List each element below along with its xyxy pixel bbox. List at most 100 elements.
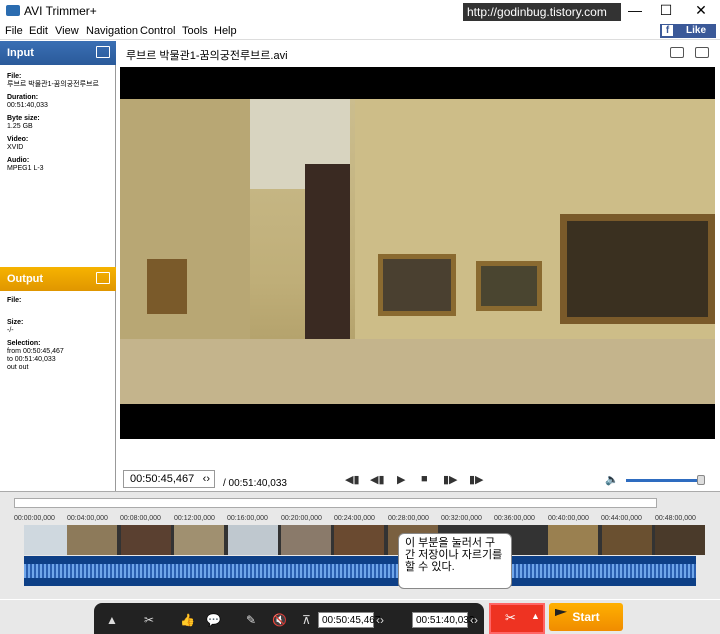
volume-knob[interactable] (697, 475, 705, 485)
flag-icon (555, 609, 567, 616)
edit-icon[interactable]: ✎ (246, 613, 256, 627)
title-bar: AVI Trimmer+ http://godinbug.tistory.com… (0, 0, 720, 22)
bytesize-value: 1.25 GB (7, 123, 33, 130)
menu-help[interactable]: Help (214, 25, 237, 37)
step-forward-icon[interactable]: ▮▶ (443, 473, 458, 486)
selection-label: Selection: (7, 340, 41, 347)
timeline-tick: 00:24:00,000 (334, 515, 375, 522)
timeline-tick: 00:44:00,000 (601, 515, 642, 522)
menu-view[interactable]: View (55, 25, 79, 37)
thumb-icon[interactable]: 👍 (180, 613, 195, 627)
selection-out: out out (7, 364, 29, 371)
video-value: XVID (7, 144, 24, 151)
comment-icon[interactable]: 💬 (206, 613, 221, 627)
next-segment-icon[interactable]: ▮▶ (469, 473, 484, 486)
thumbnail (602, 525, 652, 555)
play-icon[interactable]: ▶ (397, 473, 405, 486)
volume-icon[interactable]: 🔈 (605, 473, 619, 486)
start-time-field[interactable]: 00:50:45,467 (318, 612, 380, 628)
current-time-value: 00:50:45,467 (130, 473, 195, 485)
start-button-label: Start (572, 610, 600, 624)
open-folder-icon[interactable] (96, 46, 110, 58)
stop-icon[interactable]: ■ (421, 473, 428, 485)
facebook-like-button[interactable]: f Like (660, 24, 716, 38)
timeline-panel: 00:00:00,000 00:04:00,000 00:08:00,000 0… (0, 491, 720, 599)
menu-file[interactable]: File (5, 25, 23, 37)
output-info: File: Size: -/- Selection: from 00:50:45… (7, 297, 64, 372)
input-info: File: 루브르 박물관1-꿈의궁전루브르 Duration: 00:51:4… (7, 73, 99, 173)
snapshot-folder-icon[interactable] (695, 47, 709, 58)
timeline-tick: 00:16:00,000 (227, 515, 268, 522)
watermark-url: http://godinbug.tistory.com (463, 3, 621, 21)
current-time-field[interactable]: 00:50:45,467 ‹› (123, 470, 215, 488)
close-button[interactable]: ✕ (686, 2, 716, 19)
step-back-icon[interactable]: ◀▮ (370, 473, 385, 486)
thumbnail (334, 525, 384, 555)
time-stepper-icon[interactable]: ‹› (203, 473, 210, 485)
thumbnail (228, 525, 278, 555)
thumbnail (121, 525, 171, 555)
maximize-button[interactable]: ☐ (651, 2, 681, 19)
timeline-tick: 00:04:00,000 (67, 515, 108, 522)
up-arrow-icon[interactable]: ▲ (106, 613, 118, 627)
input-title: Input (7, 47, 34, 59)
thumbnail (174, 525, 224, 555)
menu-edit[interactable]: Edit (29, 25, 48, 37)
info-panel: Input File: 루브르 박물관1-꿈의궁전루브르 Duration: 0… (0, 41, 116, 491)
output-title: Output (7, 273, 44, 285)
video-content (120, 99, 715, 404)
thumbnail (281, 525, 331, 555)
cut-save-icon: ✂ (505, 610, 516, 625)
audio-value: MPEG1 L-3 (7, 165, 44, 172)
total-time: / 00:51:40,033 (223, 478, 287, 489)
mute-icon[interactable]: 🔇 (272, 613, 287, 627)
waveform-peaks (24, 564, 696, 578)
timeline-tick: 00:28:00,000 (388, 515, 429, 522)
duration-value: 00:51:40,033 (7, 102, 48, 109)
menu-navigation[interactable]: Navigation (86, 25, 138, 37)
like-label: Like (686, 25, 707, 36)
app-title: AVI Trimmer+ (24, 4, 97, 18)
previous-segment-icon[interactable]: ◀▮ (345, 473, 360, 486)
museum-scene (120, 99, 715, 404)
dropdown-arrow-icon[interactable]: ▲ (531, 611, 540, 621)
scissors-icon[interactable]: ✂ (144, 613, 154, 627)
timeline-tick: 00:20:00,000 (281, 515, 322, 522)
volume-slider[interactable] (626, 479, 699, 482)
snapshot-icon[interactable] (670, 47, 684, 58)
thumbnail (548, 525, 598, 555)
output-header[interactable]: Output (0, 267, 116, 291)
audio-waveform[interactable] (24, 556, 696, 586)
video-file-title: 루브르 박물관1-꿈의궁전루브르.avi (126, 50, 288, 62)
timeline-tick: 00:32:00,000 (441, 515, 482, 522)
start-button[interactable]: Start (549, 603, 623, 631)
save-icon[interactable] (96, 272, 110, 284)
save-segment-button[interactable]: ✂ ▲ (489, 603, 545, 634)
menu-control[interactable]: Control (140, 25, 175, 37)
minimize-button[interactable]: — (620, 2, 650, 18)
thumbnail (67, 525, 117, 555)
timeline-scrollbar[interactable] (14, 498, 657, 508)
video-frame[interactable] (120, 67, 715, 439)
end-time-stepper[interactable]: ‹› (470, 613, 478, 627)
start-time-stepper[interactable]: ‹› (376, 613, 384, 627)
video-label: Video: (7, 136, 29, 143)
end-time-field[interactable]: 00:51:40,033 (412, 612, 474, 628)
annotation-callout: 이 부분을 눌러서 구간 저장이나 자르기를 할 수 있다. (398, 533, 512, 589)
input-header[interactable]: Input (0, 41, 116, 65)
selection-from: from 00:50:45,467 (7, 348, 64, 355)
mark-in-icon[interactable]: ⊼ (302, 613, 311, 627)
facebook-icon: f (662, 25, 673, 36)
output-size-value: -/- (7, 327, 14, 334)
timeline-tick: 00:40:00,000 (548, 515, 589, 522)
file-value: 루브르 박물관1-꿈의궁전루브르 (7, 81, 99, 88)
player-area: 루브르 박물관1-꿈의궁전루브르.avi 00:50:45,467 ‹› / 0 (117, 41, 720, 491)
timeline-tick: 00:48:00,000 (655, 515, 696, 522)
thumbnail (655, 525, 705, 555)
timeline-tick: 00:08:00,000 (120, 515, 161, 522)
thumbnail-strip[interactable] (24, 525, 705, 555)
edit-controls: ▲ ✂ 👍 💬 ✎ 🔇 ⊼ 00:50:45,467 ‹› 00:51:40,0… (94, 603, 484, 634)
menu-tools[interactable]: Tools (182, 25, 208, 37)
timeline-tick: 00:12:00,000 (174, 515, 215, 522)
timeline-tick: 00:00:00,000 (14, 515, 55, 522)
